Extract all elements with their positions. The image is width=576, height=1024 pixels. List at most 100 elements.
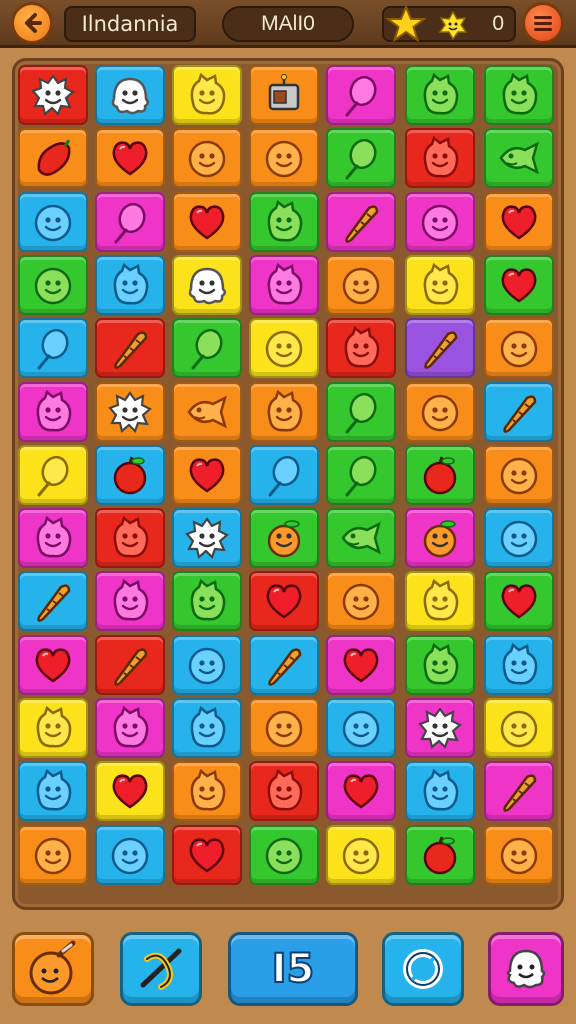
board-tile[interactable] xyxy=(249,634,319,695)
board-tile[interactable] xyxy=(405,65,475,125)
board-tile[interactable] xyxy=(172,381,242,442)
board-tile[interactable] xyxy=(95,824,165,885)
board-tile[interactable] xyxy=(18,444,88,505)
board-tile[interactable] xyxy=(326,571,396,632)
board-tile[interactable] xyxy=(95,571,165,632)
board-tile[interactable] xyxy=(405,254,475,315)
board-tile[interactable] xyxy=(405,191,475,252)
board-tile[interactable] xyxy=(172,128,242,189)
board-tile[interactable] xyxy=(326,508,396,569)
board-tile[interactable] xyxy=(484,824,554,885)
board-tile[interactable] xyxy=(172,508,242,569)
board-tile[interactable] xyxy=(405,761,475,822)
board-tile[interactable] xyxy=(172,571,242,632)
board-tile[interactable] xyxy=(484,571,554,632)
board-tile[interactable] xyxy=(172,698,242,758)
board-tile[interactable] xyxy=(18,65,88,125)
board-tile[interactable] xyxy=(484,634,554,695)
board-tile[interactable] xyxy=(484,191,554,252)
apple-icon xyxy=(113,456,147,495)
board-tile[interactable] xyxy=(172,65,242,125)
menu-button[interactable] xyxy=(522,2,564,44)
board-tile[interactable] xyxy=(172,191,242,252)
board-tile[interactable] xyxy=(172,444,242,505)
booster-swap-button[interactable] xyxy=(120,932,202,1006)
board-tile[interactable] xyxy=(249,824,319,885)
board-tile[interactable] xyxy=(95,128,165,189)
board-tile[interactable] xyxy=(18,254,88,315)
board-tile[interactable] xyxy=(326,698,396,758)
board-tile[interactable] xyxy=(95,508,165,569)
board-tile[interactable] xyxy=(18,318,88,379)
board-tile[interactable] xyxy=(249,508,319,569)
board-tile[interactable] xyxy=(405,571,475,632)
board-tile[interactable] xyxy=(18,824,88,885)
board-tile[interactable] xyxy=(249,65,319,125)
board-tile[interactable] xyxy=(249,381,319,442)
board-tile[interactable] xyxy=(95,254,165,315)
board-tile[interactable] xyxy=(18,381,88,442)
board-tile[interactable] xyxy=(172,824,242,885)
board-tile[interactable] xyxy=(249,761,319,822)
board-tile[interactable] xyxy=(95,761,165,822)
board-tile[interactable] xyxy=(95,444,165,505)
board-tile[interactable] xyxy=(18,128,88,189)
board-tile[interactable] xyxy=(172,318,242,379)
board-tile[interactable] xyxy=(484,318,554,379)
board-tile[interactable] xyxy=(249,254,319,315)
board-tile[interactable] xyxy=(326,254,396,315)
board-tile[interactable] xyxy=(326,128,396,189)
booster-right-button[interactable] xyxy=(488,932,564,1006)
board-tile[interactable] xyxy=(18,571,88,632)
board-tile[interactable] xyxy=(95,698,165,758)
board-tile[interactable] xyxy=(95,191,165,252)
board-tile[interactable] xyxy=(484,254,554,315)
robot-icon xyxy=(268,74,300,111)
board-tile[interactable] xyxy=(484,508,554,569)
booster-left-button[interactable] xyxy=(12,932,94,1006)
board-tile[interactable] xyxy=(249,698,319,758)
back-button[interactable] xyxy=(11,2,53,44)
board-tile[interactable] xyxy=(405,128,475,189)
board-tile[interactable] xyxy=(484,128,554,189)
board-tile[interactable] xyxy=(326,191,396,252)
board-tile[interactable] xyxy=(18,761,88,822)
board-tile[interactable] xyxy=(326,634,396,695)
board-tile[interactable] xyxy=(18,634,88,695)
board-tile[interactable] xyxy=(405,444,475,505)
board-tile[interactable] xyxy=(95,634,165,695)
board-tile[interactable] xyxy=(326,65,396,125)
board-tile[interactable] xyxy=(405,318,475,379)
board-tile[interactable] xyxy=(172,254,242,315)
board-tile[interactable] xyxy=(326,444,396,505)
board-tile[interactable] xyxy=(405,508,475,569)
board-tile[interactable] xyxy=(405,824,475,885)
board-tile[interactable] xyxy=(249,191,319,252)
board-tile[interactable] xyxy=(326,761,396,822)
board-tile[interactable] xyxy=(326,824,396,885)
board-tile[interactable] xyxy=(172,761,242,822)
board-tile[interactable] xyxy=(484,698,554,758)
board-tile[interactable] xyxy=(95,381,165,442)
board-tile[interactable] xyxy=(18,191,88,252)
board-tile[interactable] xyxy=(484,761,554,822)
board-tile[interactable] xyxy=(484,444,554,505)
booster-ring-button[interactable] xyxy=(382,932,464,1006)
board-tile[interactable] xyxy=(326,318,396,379)
face-icon xyxy=(342,267,380,305)
board-tile[interactable] xyxy=(484,65,554,125)
board-tile[interactable] xyxy=(249,318,319,379)
board-tile[interactable] xyxy=(484,381,554,442)
board-tile[interactable] xyxy=(18,698,88,758)
board-tile[interactable] xyxy=(95,65,165,125)
board-tile[interactable] xyxy=(249,128,319,189)
board-tile[interactable] xyxy=(95,318,165,379)
board-tile[interactable] xyxy=(249,571,319,632)
board-tile[interactable] xyxy=(326,381,396,442)
board-tile[interactable] xyxy=(172,634,242,695)
board-tile[interactable] xyxy=(405,634,475,695)
board-tile[interactable] xyxy=(405,698,475,758)
board-tile[interactable] xyxy=(18,508,88,569)
board-tile[interactable] xyxy=(249,444,319,505)
board-tile[interactable] xyxy=(405,381,475,442)
